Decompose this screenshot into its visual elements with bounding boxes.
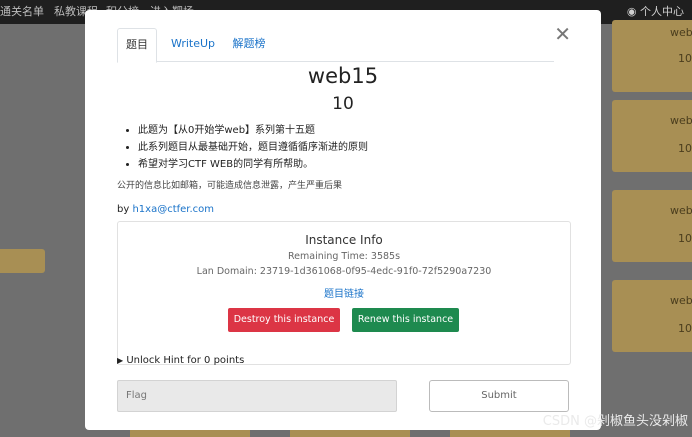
unlock-hint-label: Unlock Hint for 0 points — [126, 355, 245, 366]
description-item: 希望对学习CTF WEB的同学有所帮助。 — [138, 156, 368, 173]
background-challenge-card: web1 10 — [612, 20, 692, 92]
background-challenge-card: web1 10 — [612, 190, 692, 262]
background-challenge-card: web1 10 — [612, 280, 692, 352]
flag-input[interactable]: Flag — [117, 380, 397, 412]
author-prefix: by — [117, 204, 130, 215]
remaining-time: Remaining Time: 3585s — [287, 251, 401, 262]
user-menu[interactable]: ◉ 个人中心 — [627, 3, 684, 19]
submit-button[interactable]: Submit — [429, 380, 569, 412]
challenge-description: 此题为【从0开始学web】系列第十五题 此系列题目从最基础开始，题目遵循循序渐进… — [125, 122, 368, 173]
instance-title: Instance Info — [305, 233, 383, 247]
nav-item-list[interactable]: 通关名单 — [0, 3, 44, 19]
destroy-instance-button[interactable]: Destroy this instance — [228, 308, 340, 332]
challenge-modal: ✕ 题目 WriteUp 解题榜 web15 10 此题为【从0开始学web】系… — [85, 10, 601, 430]
modal-tabs: 题目 WriteUp 解题榜 — [117, 28, 554, 63]
instance-info-panel: Instance Info Remaining Time: 3585s Lan … — [117, 221, 571, 365]
tab-writeup[interactable]: WriteUp — [163, 28, 223, 60]
challenge-link[interactable]: 题目链接 — [118, 285, 570, 300]
tab-solves[interactable]: 解题榜 — [227, 28, 271, 60]
caret-right-icon: ▶ — [117, 356, 124, 365]
background-card-edge — [130, 430, 250, 437]
close-icon[interactable]: ✕ — [554, 24, 571, 44]
background-side-button — [0, 249, 45, 273]
tab-challenge[interactable]: 题目 — [117, 28, 157, 63]
description-item: 此题为【从0开始学web】系列第十五题 — [138, 122, 368, 139]
unlock-hint[interactable]: ▶ Unlock Hint for 0 points — [117, 355, 244, 366]
privacy-notice: 公开的信息比如邮箱，可能造成信息泄露，产生严重后果 — [117, 181, 343, 191]
user-menu-label: 个人中心 — [640, 5, 684, 18]
challenge-points: 10 — [332, 94, 354, 114]
user-icon: ◉ — [626, 5, 637, 18]
author-link[interactable]: h1xa@ctfer.com — [132, 204, 214, 215]
watermark: CSDN @剁椒鱼头没剁椒 — [542, 414, 688, 429]
renew-instance-button[interactable]: Renew this instance — [352, 308, 459, 332]
author-line: by h1xa@ctfer.com — [117, 204, 214, 215]
lan-domain: Lan Domain: 23719-1d361068-0f95-4edc-91f… — [196, 266, 492, 277]
background-card-edge — [290, 430, 410, 437]
background-challenge-card: web1 10 — [612, 100, 692, 172]
description-item: 此系列题目从最基础开始，题目遵循循序渐进的原则 — [138, 139, 368, 156]
challenge-title: web15 — [307, 64, 379, 88]
background-card-edge — [450, 430, 570, 437]
